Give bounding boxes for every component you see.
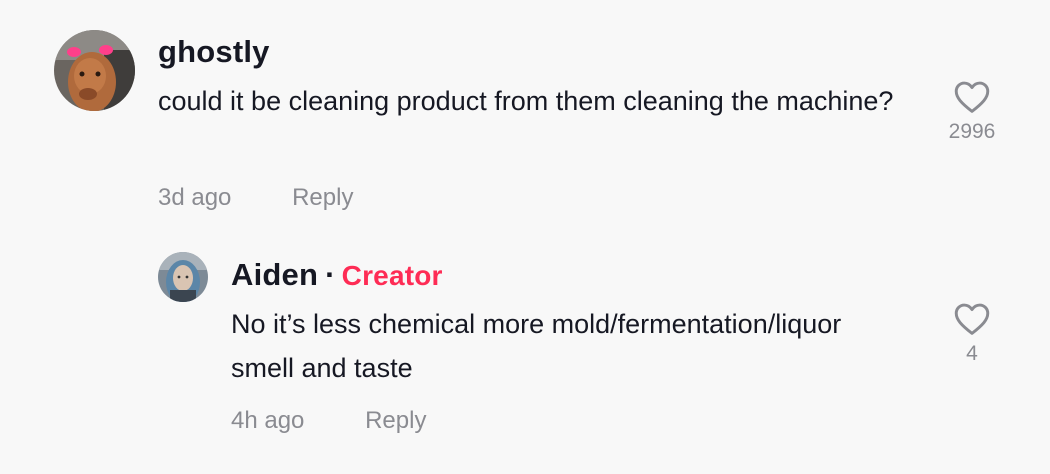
commenter-avatar[interactable] xyxy=(54,30,135,111)
reply-username-row: Aiden · Creator xyxy=(231,257,443,293)
comment-username[interactable]: ghostly xyxy=(158,34,270,70)
reply-item: Aiden · Creator No it’s less chemical more… xyxy=(0,230,1050,474)
comment-timestamp: 3d ago xyxy=(158,184,232,211)
heart-outline-icon xyxy=(954,81,990,113)
like-button[interactable]: 4 xyxy=(932,302,1012,366)
like-count: 2996 xyxy=(948,120,996,143)
like-count: 4 xyxy=(966,342,978,365)
reply-button[interactable]: Reply xyxy=(365,407,426,435)
reply-button[interactable]: Reply xyxy=(292,184,353,212)
like-button[interactable]: 2996 xyxy=(932,80,1012,144)
comment-item: ghostly could it be cleaning product fro… xyxy=(0,0,1050,230)
heart-outline-icon xyxy=(954,303,990,335)
comment-text: could it be cleaning product from them c… xyxy=(158,86,894,116)
comment-meta: 3d ago Reply xyxy=(158,184,353,212)
replier-avatar[interactable] xyxy=(158,252,208,302)
reply-username[interactable]: Aiden xyxy=(231,257,318,292)
reply-timestamp: 4h ago xyxy=(231,407,305,434)
comment-thread: ghostly could it be cleaning product fro… xyxy=(0,0,1050,474)
reply-meta: 4h ago Reply xyxy=(231,407,426,435)
creator-badge: Creator xyxy=(341,260,443,291)
reply-text: No it’s less chemical more mold/fermenta… xyxy=(231,309,842,383)
person-photo-avatar xyxy=(158,252,208,302)
calf-photo-avatar xyxy=(54,30,135,111)
name-separator: · xyxy=(325,257,336,292)
